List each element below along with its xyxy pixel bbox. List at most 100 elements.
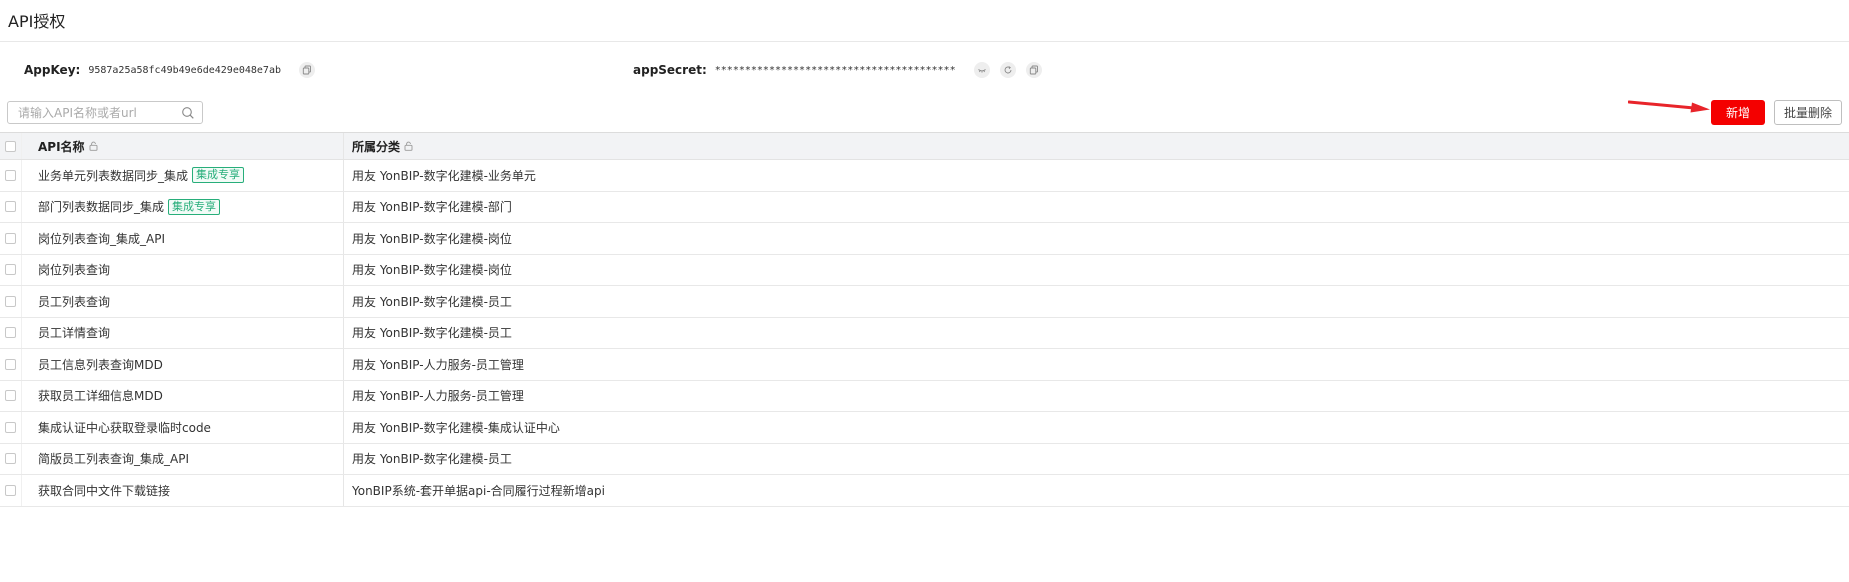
- api-category: 用友 YonBIP-数字化建模-岗位: [352, 231, 512, 246]
- table-header: API名称 所属分类: [0, 132, 1849, 160]
- api-name[interactable]: 部门列表数据同步_集成: [38, 198, 164, 215]
- category-cell: 用友 YonBIP-人力服务-员工管理: [344, 349, 1849, 380]
- lock-icon[interactable]: [404, 141, 413, 151]
- category-cell: 用友 YonBIP-数字化建模-员工: [344, 318, 1849, 349]
- batch-delete-button[interactable]: 批量删除: [1774, 100, 1842, 125]
- row-checkbox[interactable]: [5, 169, 16, 181]
- row-check-cell: [0, 443, 22, 474]
- row-check-cell: [0, 160, 22, 191]
- api-category: 用友 YonBIP-数字化建模-业务单元: [352, 168, 536, 183]
- table-row[interactable]: 员工列表查询 用友 YonBIP-数字化建模-员工: [0, 286, 1849, 318]
- search-input[interactable]: [16, 104, 181, 121]
- table-row[interactable]: 集成认证中心获取登录临时code 用友 YonBIP-数字化建模-集成认证中心: [0, 412, 1849, 444]
- row-checkbox[interactable]: [5, 201, 16, 213]
- category-cell: 用友 YonBIP-数字化建模-岗位: [344, 255, 1849, 286]
- api-category: 用友 YonBIP-数字化建模-部门: [352, 200, 512, 215]
- api-name[interactable]: 员工列表查询: [38, 293, 110, 310]
- refresh-secret-button[interactable]: [999, 62, 1016, 78]
- appkey-value: 9587a25a58fc49b49e6de429e048e7ab: [88, 64, 281, 76]
- row-checkbox[interactable]: [5, 484, 16, 496]
- api-category: 用友 YonBIP-人力服务-员工管理: [352, 357, 524, 372]
- api-category: YonBIP系统-套开单据api-合同履行过程新增api: [352, 483, 605, 498]
- row-checkbox[interactable]: [5, 358, 16, 370]
- row-check-cell: [0, 475, 22, 506]
- row-checkbox[interactable]: [5, 232, 16, 244]
- table-row[interactable]: 岗位列表查询_集成_API 用友 YonBIP-数字化建模-岗位: [0, 223, 1849, 255]
- api-name[interactable]: 获取合同中文件下载链接: [38, 482, 170, 499]
- row-checkbox[interactable]: [5, 453, 16, 465]
- api-name-cell: 获取员工详细信息MDD: [22, 380, 344, 411]
- row-checkbox[interactable]: [5, 390, 16, 402]
- api-name[interactable]: 员工详情查询: [38, 324, 110, 341]
- table-row[interactable]: 岗位列表查询 用友 YonBIP-数字化建模-岗位: [0, 254, 1849, 286]
- category-cell: 用友 YonBIP-数字化建模-员工: [344, 444, 1849, 475]
- row-check-cell: [0, 254, 22, 285]
- api-name-cell: 业务单元列表数据同步_集成 集成专享: [22, 160, 344, 191]
- row-check-cell: [0, 286, 22, 317]
- title-divider: [0, 41, 1849, 42]
- copy-appkey-button[interactable]: [298, 62, 315, 78]
- api-category: 用友 YonBIP-数字化建模-员工: [352, 452, 512, 467]
- api-category: 用友 YonBIP-数字化建模-集成认证中心: [352, 420, 560, 435]
- api-name-cell: 获取合同中文件下载链接: [22, 475, 344, 506]
- lock-icon[interactable]: [89, 141, 98, 151]
- api-name-cell: 简版员工列表查询_集成_API: [22, 443, 344, 474]
- api-name[interactable]: 岗位列表查询: [38, 261, 110, 278]
- row-check-cell: [0, 191, 22, 222]
- table-row[interactable]: 简版员工列表查询_集成_API 用友 YonBIP-数字化建模-员工: [0, 443, 1849, 475]
- copy-icon: [1029, 65, 1038, 75]
- api-name-cell: 岗位列表查询_集成_API: [22, 223, 344, 254]
- copy-appsecret-button[interactable]: [1025, 62, 1042, 78]
- appsecret-value: ****************************************: [714, 64, 956, 76]
- table-row[interactable]: 获取合同中文件下载链接 YonBIP系统-套开单据api-合同履行过程新增api: [0, 475, 1849, 507]
- table-row[interactable]: 员工详情查询 用友 YonBIP-数字化建模-员工: [0, 317, 1849, 349]
- category-cell: 用友 YonBIP-数字化建模-业务单元: [344, 160, 1849, 191]
- category-cell: 用友 YonBIP-人力服务-员工管理: [344, 381, 1849, 412]
- appsecret-label: appSecret:: [633, 63, 707, 77]
- row-checkbox[interactable]: [5, 295, 16, 307]
- table-row[interactable]: 获取员工详细信息MDD 用友 YonBIP-人力服务-员工管理: [0, 380, 1849, 412]
- column-header-category[interactable]: 所属分类: [344, 133, 1849, 159]
- row-checkbox[interactable]: [5, 421, 16, 433]
- table-row[interactable]: 员工信息列表查询MDD 用友 YonBIP-人力服务-员工管理: [0, 349, 1849, 381]
- refresh-icon: [1004, 66, 1012, 74]
- api-name[interactable]: 员工信息列表查询MDD: [38, 356, 163, 373]
- select-all-checkbox[interactable]: [5, 140, 16, 152]
- api-category: 用友 YonBIP-数字化建模-员工: [352, 294, 512, 309]
- api-table: API名称 所属分类 业务单元列表数据同步_集成 集成专享 用友 YonBIP-数字…: [0, 132, 1849, 507]
- api-name-cell: 员工详情查询: [22, 317, 344, 348]
- table-row[interactable]: 部门列表数据同步_集成 集成专享 用友 YonBIP-数字化建模-部门: [0, 191, 1849, 223]
- appkey-row: AppKey: 9587a25a58fc49b49e6de429e048e7ab: [24, 60, 315, 80]
- toggle-visibility-button[interactable]: [973, 62, 990, 78]
- category-cell: YonBIP系统-套开单据api-合同履行过程新增api: [344, 475, 1849, 506]
- api-name[interactable]: 业务单元列表数据同步_集成: [38, 167, 188, 184]
- search-box: [7, 101, 203, 124]
- table-row[interactable]: 业务单元列表数据同步_集成 集成专享 用友 YonBIP-数字化建模-业务单元: [0, 160, 1849, 192]
- api-name[interactable]: 简版员工列表查询_集成_API: [38, 450, 189, 467]
- column-header-api-name[interactable]: API名称: [22, 133, 344, 159]
- row-check-cell: [0, 223, 22, 254]
- copy-icon: [302, 65, 311, 75]
- search-icon[interactable]: [181, 106, 195, 120]
- row-checkbox[interactable]: [5, 264, 16, 276]
- add-button[interactable]: 新增: [1711, 100, 1765, 125]
- api-name-cell: 部门列表数据同步_集成 集成专享: [22, 191, 344, 222]
- api-category: 用友 YonBIP-数字化建模-岗位: [352, 263, 512, 278]
- row-checkbox[interactable]: [5, 327, 16, 339]
- table-body: 业务单元列表数据同步_集成 集成专享 用友 YonBIP-数字化建模-业务单元 部门列…: [0, 160, 1849, 507]
- column-header-label: 所属分类: [352, 139, 401, 154]
- annotation-arrow: [1628, 100, 1710, 113]
- category-cell: 用友 YonBIP-数字化建模-集成认证中心: [344, 412, 1849, 443]
- header-check-cell: [0, 133, 22, 159]
- api-name-cell: 员工列表查询: [22, 286, 344, 317]
- category-cell: 用友 YonBIP-数字化建模-部门: [344, 192, 1849, 223]
- api-name-cell: 岗位列表查询: [22, 254, 344, 285]
- api-name[interactable]: 获取员工详细信息MDD: [38, 387, 163, 404]
- integration-tag: 集成专享: [192, 167, 245, 184]
- appsecret-row: appSecret: *****************************…: [633, 60, 1042, 80]
- appkey-label: AppKey:: [24, 63, 81, 77]
- api-name-cell: 员工信息列表查询MDD: [22, 349, 344, 380]
- api-name[interactable]: 岗位列表查询_集成_API: [38, 230, 165, 247]
- api-name[interactable]: 集成认证中心获取登录临时code: [38, 419, 211, 436]
- integration-tag: 集成专享: [168, 198, 221, 215]
